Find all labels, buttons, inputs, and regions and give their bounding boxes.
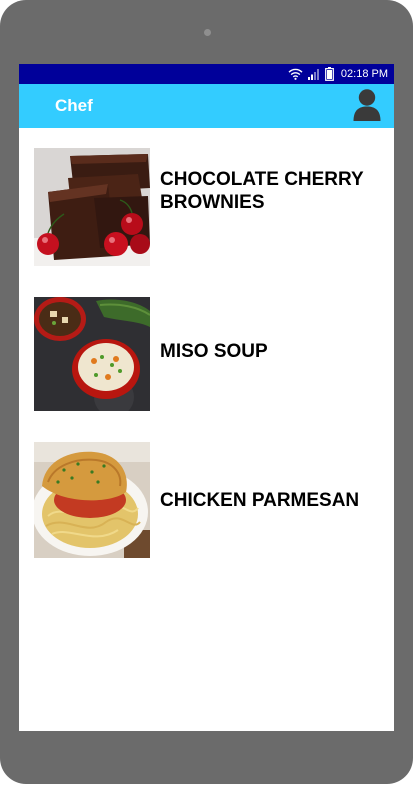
recipe-item-chicken-parmesan[interactable]: CHICKEN PARMESAN (19, 442, 394, 558)
wifi-icon (288, 68, 303, 80)
status-time: 02:18 PM (340, 68, 388, 80)
miso-soup-image (34, 297, 150, 411)
battery-icon (325, 67, 334, 81)
recipe-title: MISO SOUP (160, 341, 268, 362)
recipe-title: CHICKEN PARMESAN (160, 490, 360, 511)
recipe-title: CHOCOLATE CHERRY BROWNIES (160, 169, 364, 213)
recipe-item-miso-soup[interactable]: MISO SOUP (19, 297, 394, 411)
chicken-parmesan-image (34, 442, 150, 558)
brownies-image (34, 148, 150, 266)
device-frame: 02:18 PM Chef CHOCOLATE CHERRY BROWNIES … (0, 0, 413, 784)
screen: 02:18 PM Chef CHOCOLATE CHERRY BROWNIES … (19, 64, 394, 731)
status-bar: 02:18 PM (19, 64, 394, 84)
app-bar: Chef (19, 84, 394, 128)
app-title: Chef (55, 96, 93, 115)
signal-icon (307, 69, 319, 80)
recipe-item-brownies[interactable]: CHOCOLATE CHERRY BROWNIES (19, 148, 394, 266)
camera-dot (204, 29, 211, 36)
user-icon[interactable] (352, 88, 382, 122)
